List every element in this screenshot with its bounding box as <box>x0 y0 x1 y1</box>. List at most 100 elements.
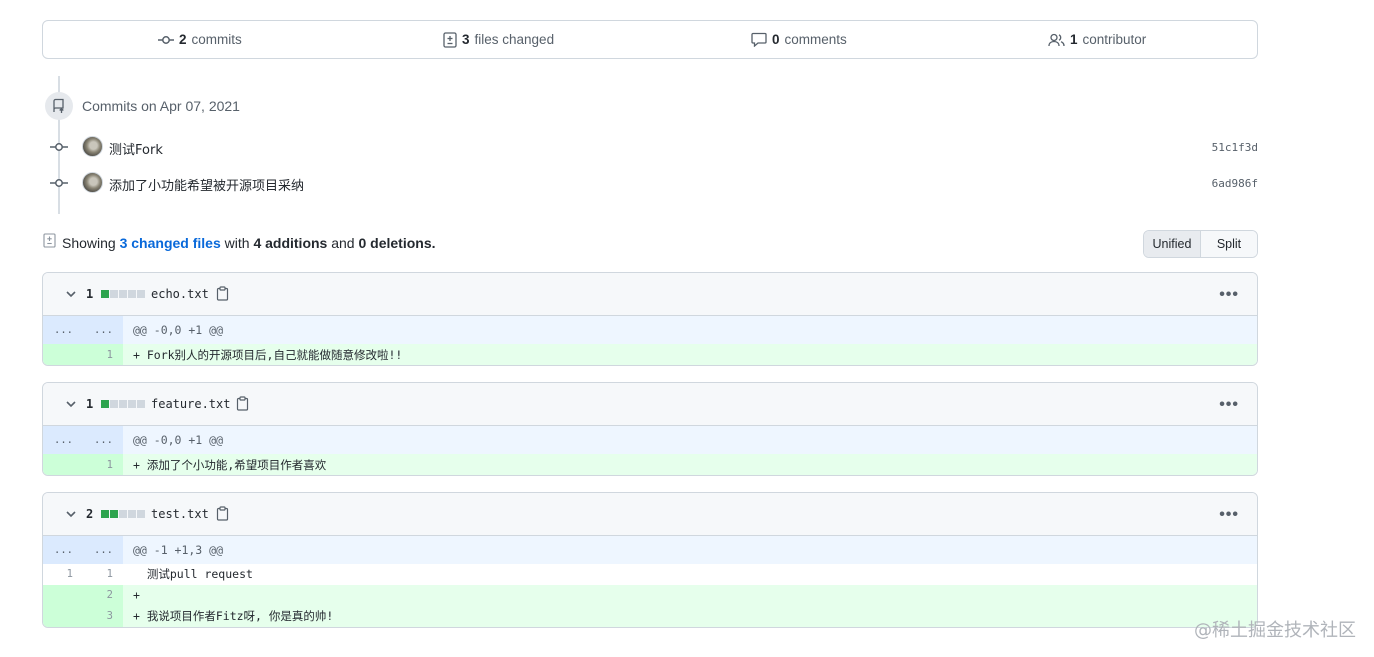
old-line-number[interactable] <box>43 454 83 475</box>
commits-count: 2 <box>179 32 187 47</box>
file-diff: 2 test.txt ••• ... ... @@ -1 +1,3 @@ 1 1… <box>42 492 1258 628</box>
new-line-number[interactable]: 1 <box>83 344 123 365</box>
files-changed-stat[interactable]: 3 files changed <box>443 21 554 58</box>
avatar[interactable] <box>82 172 103 193</box>
deletions-count: 0 deletions. <box>358 235 436 251</box>
repo-push-icon <box>53 98 64 113</box>
contributors-stat[interactable]: 1 contributor <box>1048 21 1146 58</box>
diffstat-block <box>128 510 136 518</box>
hunk-header: @@ -0,0 +1 @@ <box>123 316 1257 344</box>
new-line-number[interactable]: 1 <box>83 454 123 475</box>
additions-count: 4 additions <box>253 235 328 251</box>
file-change-count: 1 <box>86 287 94 301</box>
old-line-number[interactable] <box>43 585 83 606</box>
copy-icon[interactable] <box>236 396 249 411</box>
diffstat-blocks <box>101 290 145 298</box>
kebab-menu-icon[interactable]: ••• <box>1219 286 1239 304</box>
expand-dots[interactable]: ... <box>83 316 123 344</box>
file-diff-icon <box>43 233 56 248</box>
date-badge <box>45 92 73 120</box>
contributors-label: contributor <box>1082 32 1147 47</box>
file-diff: 1 feature.txt ••• ... ... @@ -0,0 +1 @@ … <box>42 382 1258 476</box>
expand-dots[interactable]: ... <box>83 536 123 564</box>
chevron-down-icon[interactable] <box>65 288 77 300</box>
changed-files-link[interactable]: 3 changed files <box>120 235 221 251</box>
diffstat-block <box>119 290 127 298</box>
old-line-number[interactable]: 1 <box>43 564 83 585</box>
diff-line: 1 1 测试pull request <box>43 564 1257 585</box>
diffstat-block <box>128 290 136 298</box>
new-line-number[interactable]: 2 <box>83 585 123 606</box>
commit-message-link[interactable]: 测试Fork <box>109 139 163 158</box>
diffstat-block <box>101 290 109 298</box>
chevron-down-icon[interactable] <box>65 508 77 520</box>
commit-icon <box>158 35 174 44</box>
file-name-link[interactable]: feature.txt <box>151 397 230 411</box>
showing-with: with <box>224 235 250 251</box>
diffstat-block <box>110 400 118 408</box>
commit-sha-link[interactable]: 51c1f3d <box>1212 141 1258 154</box>
expand-dots[interactable]: ... <box>43 316 83 344</box>
diffstat-block <box>101 510 109 518</box>
hunk-header: @@ -0,0 +1 @@ <box>123 426 1257 454</box>
file-diff-icon <box>443 31 457 48</box>
commits-label: commits <box>191 32 242 47</box>
file-header: 1 feature.txt ••• <box>43 383 1257 426</box>
new-line-number[interactable]: 3 <box>83 606 123 627</box>
kebab-menu-icon[interactable]: ••• <box>1219 396 1239 414</box>
diff-line: 1 + 添加了个小功能,希望项目作者喜欢 <box>43 454 1257 475</box>
diff-line: 2 + <box>43 585 1257 606</box>
commit-sha-link[interactable]: 6ad986f <box>1212 177 1258 190</box>
diff-stats-summary: Showing 3 changed files with 4 additions… <box>62 235 436 251</box>
split-view-button[interactable]: Split <box>1200 231 1257 257</box>
diff-line-code: + Fork别人的开源项目后,自己就能做随意修改啦!! <box>123 344 1257 365</box>
diffstat-block <box>110 290 118 298</box>
kebab-menu-icon[interactable]: ••• <box>1219 506 1239 524</box>
chevron-down-icon[interactable] <box>65 398 77 410</box>
comments-stat[interactable]: 0 comments <box>751 21 847 58</box>
showing-prefix: Showing <box>62 235 116 251</box>
hunk-header-row: ... ... @@ -0,0 +1 @@ <box>43 316 1257 344</box>
hunk-header-row: ... ... @@ -1 +1,3 @@ <box>43 536 1257 564</box>
file-header: 2 test.txt ••• <box>43 493 1257 536</box>
new-line-number[interactable]: 1 <box>83 564 123 585</box>
diff-line-code: + <box>123 585 1257 606</box>
pr-summary-bar: 2 commits 3 files changed 0 comments 1 c… <box>42 20 1258 59</box>
expand-dots[interactable]: ... <box>83 426 123 454</box>
diffstat-block <box>137 400 145 408</box>
copy-icon[interactable] <box>216 506 229 521</box>
people-icon <box>1048 33 1065 46</box>
files-count: 3 <box>462 32 470 47</box>
file-header: 1 echo.txt ••• <box>43 273 1257 316</box>
contributors-count: 1 <box>1070 32 1078 47</box>
diffstat-block <box>137 290 145 298</box>
expand-dots[interactable]: ... <box>43 536 83 564</box>
comments-count: 0 <box>772 32 780 47</box>
diffstat-blocks <box>101 400 145 408</box>
file-name-link[interactable]: echo.txt <box>151 287 209 301</box>
diff-line: 3 + 我说项目作者Fitz呀, 你是真的帅! <box>43 606 1257 627</box>
diff-line-code: 测试pull request <box>123 564 1257 585</box>
commit-node-icon <box>50 143 68 151</box>
diffstat-blocks <box>101 510 145 518</box>
diffstat-block <box>128 400 136 408</box>
unified-view-button[interactable]: Unified <box>1144 231 1200 257</box>
comment-icon <box>751 32 767 47</box>
commit-message-link[interactable]: 添加了小功能希望被开源项目采纳 <box>109 175 304 194</box>
copy-icon[interactable] <box>216 286 229 301</box>
file-change-count: 1 <box>86 397 94 411</box>
old-line-number[interactable] <box>43 344 83 365</box>
pr-files-page: 2 commits 3 files changed 0 comments 1 c… <box>0 0 1374 657</box>
file-diff: 1 echo.txt ••• ... ... @@ -0,0 +1 @@ 1 +… <box>42 272 1258 366</box>
commits-stat[interactable]: 2 commits <box>158 21 242 58</box>
hunk-header: @@ -1 +1,3 @@ <box>123 536 1257 564</box>
old-line-number[interactable] <box>43 606 83 627</box>
avatar[interactable] <box>82 136 103 157</box>
diffstat-block <box>101 400 109 408</box>
watermark: @稀土掘金技术社区 <box>1194 620 1356 641</box>
diffstat-block <box>119 510 127 518</box>
file-name-link[interactable]: test.txt <box>151 507 209 521</box>
comments-label: comments <box>784 32 847 47</box>
expand-dots[interactable]: ... <box>43 426 83 454</box>
file-change-count: 2 <box>86 507 94 521</box>
